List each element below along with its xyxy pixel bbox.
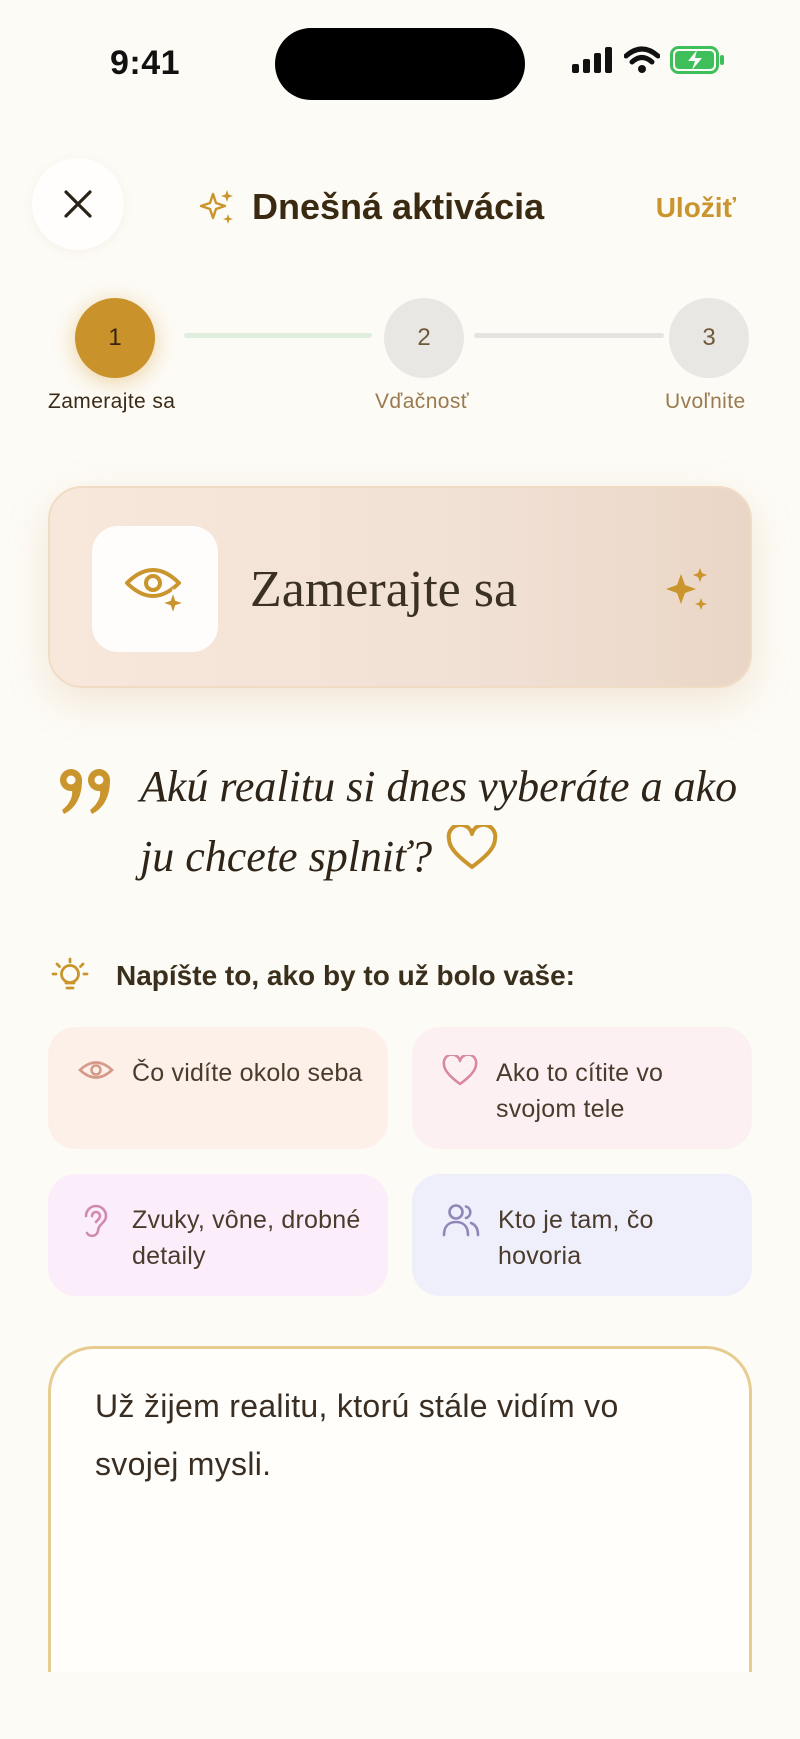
focus-icon-box <box>92 526 218 652</box>
signal-icon <box>572 47 612 73</box>
step-connector-2 <box>474 333 664 338</box>
prompt-chip-people[interactable]: Kto je tam, čo hovoria <box>412 1174 752 1296</box>
step-1-label: Zamerajte sa <box>48 390 176 413</box>
step-2-label: Vďačnosť <box>375 390 470 413</box>
prompt-chip-sounds[interactable]: Zvuky, vône, drobné detaily <box>48 1174 388 1296</box>
focus-card: Zamerajte sa <box>48 486 752 688</box>
prompt-text: Kto je tam, čo hovoria <box>498 1206 654 1270</box>
answer-input[interactable]: Už žijem realitu, ktorú stále vidím vo s… <box>95 1377 705 1677</box>
focus-sparkle <box>664 566 710 617</box>
people-icon <box>442 1202 480 1243</box>
quote-body: Akú realitu si dnes vyberáte a ako ju ch… <box>140 762 738 881</box>
screen: 9:41 Dnešná aktivácia Uložiť 1 2 3 Zamer… <box>0 0 800 1739</box>
prompt-text: Ako to cítite vo svojom tele <box>496 1059 664 1123</box>
sparkle-icon <box>666 568 707 610</box>
step-3-label: Uvoľnite <box>665 390 746 413</box>
bottom-fade <box>0 1672 800 1739</box>
close-button[interactable] <box>32 158 124 250</box>
prompt-text: Zvuky, vône, drobné detaily <box>132 1206 361 1270</box>
eye-sparkle-icon <box>125 568 187 617</box>
sparkle-icon <box>199 190 233 224</box>
heart-icon <box>446 822 498 892</box>
hint: Napíšte to, ako by to už bolo vaše: <box>50 956 575 996</box>
prompt-text: Čo vidíte okolo seba <box>132 1059 363 1087</box>
eye-icon <box>78 1055 114 1090</box>
prompt-chip-see[interactable]: Čo vidíte okolo seba <box>48 1027 388 1149</box>
hint-text: Napíšte to, ako by to už bolo vaše: <box>116 960 575 991</box>
step-2-circle[interactable]: 2 <box>384 298 464 378</box>
header-title: Dnešná aktivácia <box>198 186 544 228</box>
wifi-icon <box>624 46 660 73</box>
ear-icon <box>78 1202 114 1245</box>
quote-text: Akú realitu si dnes vyberáte a ako ju ch… <box>140 752 740 892</box>
page-title: Dnešná aktivácia <box>252 186 545 227</box>
step-1-circle[interactable]: 1 <box>75 298 155 378</box>
status-icons <box>572 46 726 74</box>
lightbulb-icon <box>51 957 89 990</box>
focus-title: Zamerajte sa <box>250 561 518 618</box>
step-connector-1 <box>184 333 372 338</box>
step-3-circle[interactable]: 3 <box>669 298 749 378</box>
status-time: 9:41 <box>110 44 181 82</box>
dynamic-island <box>275 28 525 100</box>
save-button[interactable]: Uložiť <box>656 192 736 224</box>
quote-icon <box>59 769 110 814</box>
close-icon <box>64 190 92 218</box>
prompt-chip-feel[interactable]: Ako to cítite vo svojom tele <box>412 1027 752 1149</box>
heart-icon <box>442 1053 478 1092</box>
battery-icon <box>670 46 724 74</box>
quote-mark <box>56 764 116 821</box>
